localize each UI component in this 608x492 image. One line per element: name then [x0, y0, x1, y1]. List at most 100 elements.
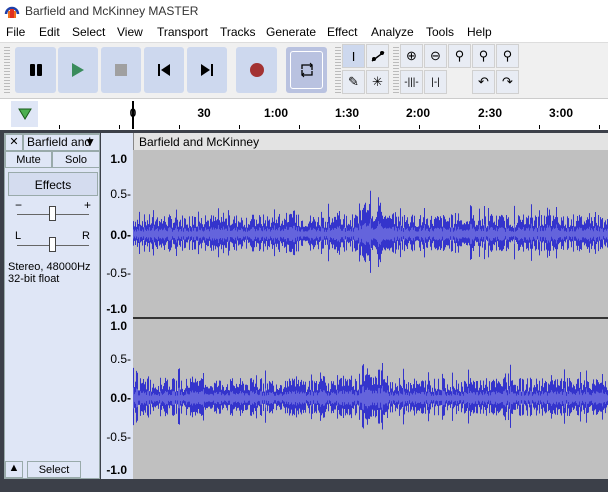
menu-tools[interactable]: Tools [426, 25, 454, 39]
menu-edit[interactable]: Edit [39, 25, 60, 39]
zoom-in-button[interactable]: ⊕ [400, 44, 423, 68]
ruler-tick: 2:30 [477, 106, 503, 120]
loop-button[interactable] [286, 47, 327, 93]
loop-icon [300, 62, 313, 78]
menu-transport[interactable]: Transport [157, 25, 208, 39]
multi-tool[interactable]: ✳ [366, 70, 389, 94]
play-icon [72, 63, 84, 77]
ruler-tick: 1:00 [263, 106, 289, 120]
play-triangle-icon [17, 108, 32, 120]
redo-button[interactable]: ↷ [496, 70, 519, 94]
gain-plus-label: + [84, 198, 92, 212]
ruler-tick: 1:30 [334, 106, 360, 120]
waveform-area[interactable] [133, 133, 608, 479]
selection-tool[interactable]: I [342, 44, 365, 68]
menu-bar: File Edit Select View Transport Tracks G… [0, 22, 608, 42]
trim-icon: -|||- [404, 76, 419, 88]
track-format: Stereo, 48000Hz [8, 261, 91, 273]
play-head-button[interactable] [11, 101, 38, 127]
vertical-ruler: 1.0 0.5- 0.0- -0.5- -1.0 1.0 0.5- 0.0- -… [101, 133, 133, 479]
stop-icon [115, 64, 127, 76]
fit-project-button[interactable]: ⚲ [472, 44, 495, 68]
scale-label: -1.0 [106, 302, 127, 316]
menu-effect[interactable]: Effect [327, 25, 357, 39]
record-icon [249, 63, 264, 77]
zoom-toggle-button[interactable]: ⚲ [496, 44, 519, 68]
toolbar-grip[interactable] [4, 47, 10, 93]
track-control-panel: ✕ Barfield and ▼ Mute Solo Effects − + L … [4, 133, 100, 479]
menu-help[interactable]: Help [467, 25, 492, 39]
menu-select[interactable]: Select [72, 25, 105, 39]
title-bar: Barfield and McKinney MASTER [0, 0, 608, 22]
channel-separator [133, 317, 608, 319]
scale-label: 1.0 [110, 319, 127, 333]
trim-button[interactable]: -|||- [400, 70, 423, 94]
clip-name: Barfield and McKinney [139, 135, 260, 149]
envelope-icon [371, 51, 384, 62]
scale-label: 0.0- [110, 228, 131, 242]
ruler-tick: 2:00 [405, 106, 431, 120]
dropdown-arrow-icon: ▼ [84, 135, 96, 149]
pan-left-label: L [15, 230, 22, 242]
clip-title-bar[interactable]: Barfield and McKinney [133, 133, 608, 150]
i-beam-icon: I [351, 48, 356, 64]
pencil-icon: ✎ [348, 74, 359, 89]
gain-minus-label: − [15, 198, 23, 212]
stop-button[interactable] [101, 47, 141, 93]
toolbar: I ✎ ✳ ⊕ ⊖ ⚲ ⚲ ⚲ -|||- |-| ↶ ↷ [0, 42, 608, 98]
scale-label: -0.5- [106, 266, 131, 280]
skip-start-icon [158, 64, 170, 76]
gain-slider[interactable] [49, 206, 56, 221]
pause-button[interactable] [15, 47, 56, 93]
collapse-track-button[interactable]: ▲ [5, 461, 23, 478]
silence-button[interactable]: |-| [424, 70, 447, 94]
timeline-ruler[interactable]: 0 30 1:00 1:30 2:00 2:30 3:00 [0, 98, 608, 130]
window-title: Barfield and McKinney MASTER [25, 4, 199, 18]
scale-label: -0.5- [106, 430, 131, 444]
undo-icon: ↶ [478, 74, 489, 89]
menu-generate[interactable]: Generate [266, 25, 316, 39]
close-track-button[interactable]: ✕ [5, 134, 23, 151]
menu-analyze[interactable]: Analyze [371, 25, 414, 39]
skip-end-icon [201, 64, 213, 76]
waveform [133, 190, 608, 430]
track-bit-depth: 32-bit float [8, 273, 60, 285]
pan-slider[interactable] [49, 237, 56, 252]
redo-icon: ↷ [502, 74, 513, 89]
zoom-out-button[interactable]: ⊖ [424, 44, 447, 68]
effects-button[interactable]: Effects [8, 172, 98, 196]
toolbar-grip[interactable] [393, 47, 399, 93]
zoom-selection-icon: ⚲ [454, 48, 465, 63]
zoom-out-icon: ⊖ [430, 48, 441, 63]
envelope-tool[interactable] [366, 44, 389, 68]
ruler-tick: 0 [129, 106, 137, 120]
scale-label: 0.5- [110, 187, 131, 201]
zoom-toggle-icon: ⚲ [502, 48, 513, 63]
pan-right-label: R [82, 230, 90, 242]
solo-button[interactable]: Solo [52, 151, 100, 168]
track-name: Barfield and [27, 135, 92, 149]
record-button[interactable] [236, 47, 277, 93]
zoom-fit-icon: ⚲ [478, 48, 489, 63]
skip-start-button[interactable] [144, 47, 184, 93]
track-menu-button[interactable]: Barfield and ▼ [23, 134, 100, 151]
mute-button[interactable]: Mute [5, 151, 52, 168]
scale-label: 0.0- [110, 391, 131, 405]
ruler-tick: 30 [197, 106, 211, 120]
menu-file[interactable]: File [6, 25, 25, 39]
scale-label: 1.0 [110, 152, 127, 166]
fit-selection-button[interactable]: ⚲ [448, 44, 471, 68]
menu-view[interactable]: View [117, 25, 143, 39]
toolbar-grip[interactable] [335, 47, 341, 93]
menu-tracks[interactable]: Tracks [220, 25, 256, 39]
select-track-button[interactable]: Select [27, 461, 81, 478]
ruler-tick: 3:00 [548, 106, 574, 120]
undo-button[interactable]: ↶ [472, 70, 495, 94]
draw-tool[interactable]: ✎ [342, 70, 365, 94]
play-button[interactable] [58, 47, 98, 93]
audacity-logo-icon [4, 6, 20, 18]
ruler-minor-ticks [0, 125, 608, 129]
scale-label: 0.5- [110, 352, 131, 366]
silence-icon: |-| [431, 76, 440, 88]
skip-end-button[interactable] [187, 47, 227, 93]
